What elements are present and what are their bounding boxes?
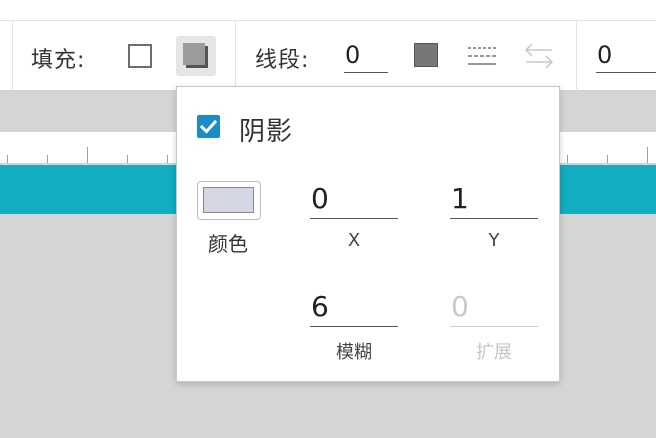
shadow-x-input[interactable]: 0 <box>310 179 398 219</box>
toolbar-divider <box>235 21 236 91</box>
shadow-checkbox-label: 阴影 <box>239 117 294 147</box>
fill-none-icon[interactable] <box>128 44 152 68</box>
ruler-tick <box>647 147 648 163</box>
ruler-tick <box>607 155 608 163</box>
swap-arrows-icon[interactable] <box>524 43 554 69</box>
shadow-y-label: Y <box>488 230 500 251</box>
ruler-tick <box>7 155 8 163</box>
shadow-color-picker[interactable] <box>197 181 261 220</box>
shadow-checkbox[interactable] <box>197 115 220 138</box>
toolbar-divider <box>576 21 577 91</box>
shadow-settings-popup: 阴影 颜色 0 X 1 Y 6 模糊 0 扩展 <box>176 86 560 382</box>
fill-shadow-icon[interactable] <box>176 36 216 76</box>
stroke-label: 线段: <box>255 48 310 73</box>
shadow-y-input[interactable]: 1 <box>450 179 538 219</box>
toolbar-divider <box>12 21 13 91</box>
ruler-tick <box>127 155 128 163</box>
fill-label: 填充: <box>31 48 86 73</box>
shadow-color-swatch <box>203 187 254 213</box>
extra-value-input[interactable]: 0 <box>596 39 656 73</box>
stroke-color-icon[interactable] <box>414 43 438 67</box>
ruler-tick <box>167 155 168 163</box>
shadow-spread-input: 0 <box>450 287 538 327</box>
shadow-spread-label: 扩展 <box>476 342 512 363</box>
ruler-tick <box>567 155 568 163</box>
fill-shadow-front-square <box>183 43 205 65</box>
ruler-tick <box>47 155 48 163</box>
dash-style-icon[interactable] <box>467 45 497 67</box>
checkmark-icon <box>199 119 218 134</box>
top-strip <box>0 0 656 20</box>
ruler-tick <box>87 147 88 163</box>
shadow-blur-input[interactable]: 6 <box>310 287 398 327</box>
style-toolbar: 填充: 线段: 0 0 <box>0 21 656 91</box>
shadow-x-label: X <box>347 230 361 251</box>
shadow-blur-label: 模糊 <box>336 342 372 363</box>
stroke-width-input[interactable]: 0 <box>344 39 388 73</box>
shadow-color-label: 颜色 <box>208 232 248 256</box>
